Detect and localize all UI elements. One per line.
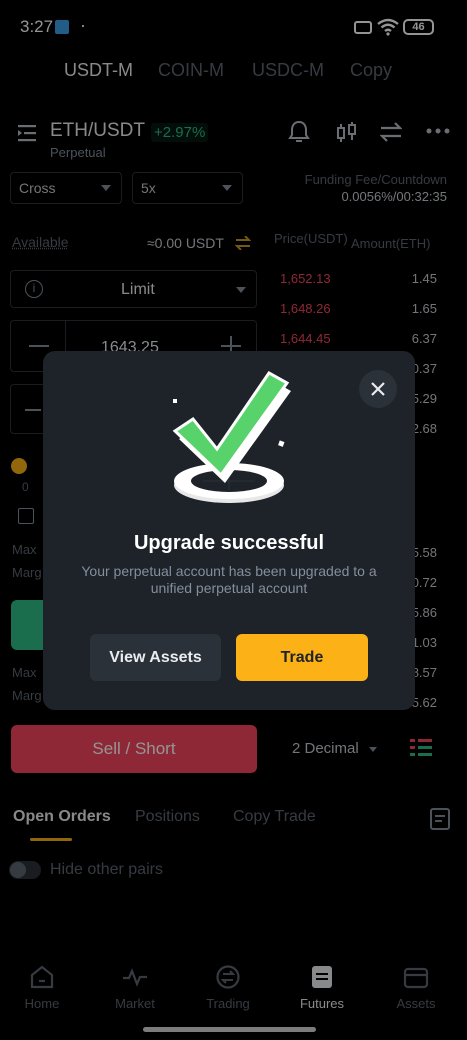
view-assets-label: View Assets xyxy=(109,648,202,666)
dialog-title: Upgrade successful xyxy=(133,532,325,554)
trade-button[interactable]: Trade xyxy=(236,634,368,681)
trade-label: Trade xyxy=(280,648,324,666)
close-button[interactable] xyxy=(359,370,397,408)
success-checkmark-illustration xyxy=(172,371,291,503)
upgrade-success-dialog: Upgrade successful Your perpetual accoun… xyxy=(43,351,415,710)
dialog-message: Your perpetual account has been upgraded… xyxy=(81,563,377,596)
close-icon xyxy=(371,382,385,396)
view-assets-button[interactable]: View Assets xyxy=(90,634,221,681)
